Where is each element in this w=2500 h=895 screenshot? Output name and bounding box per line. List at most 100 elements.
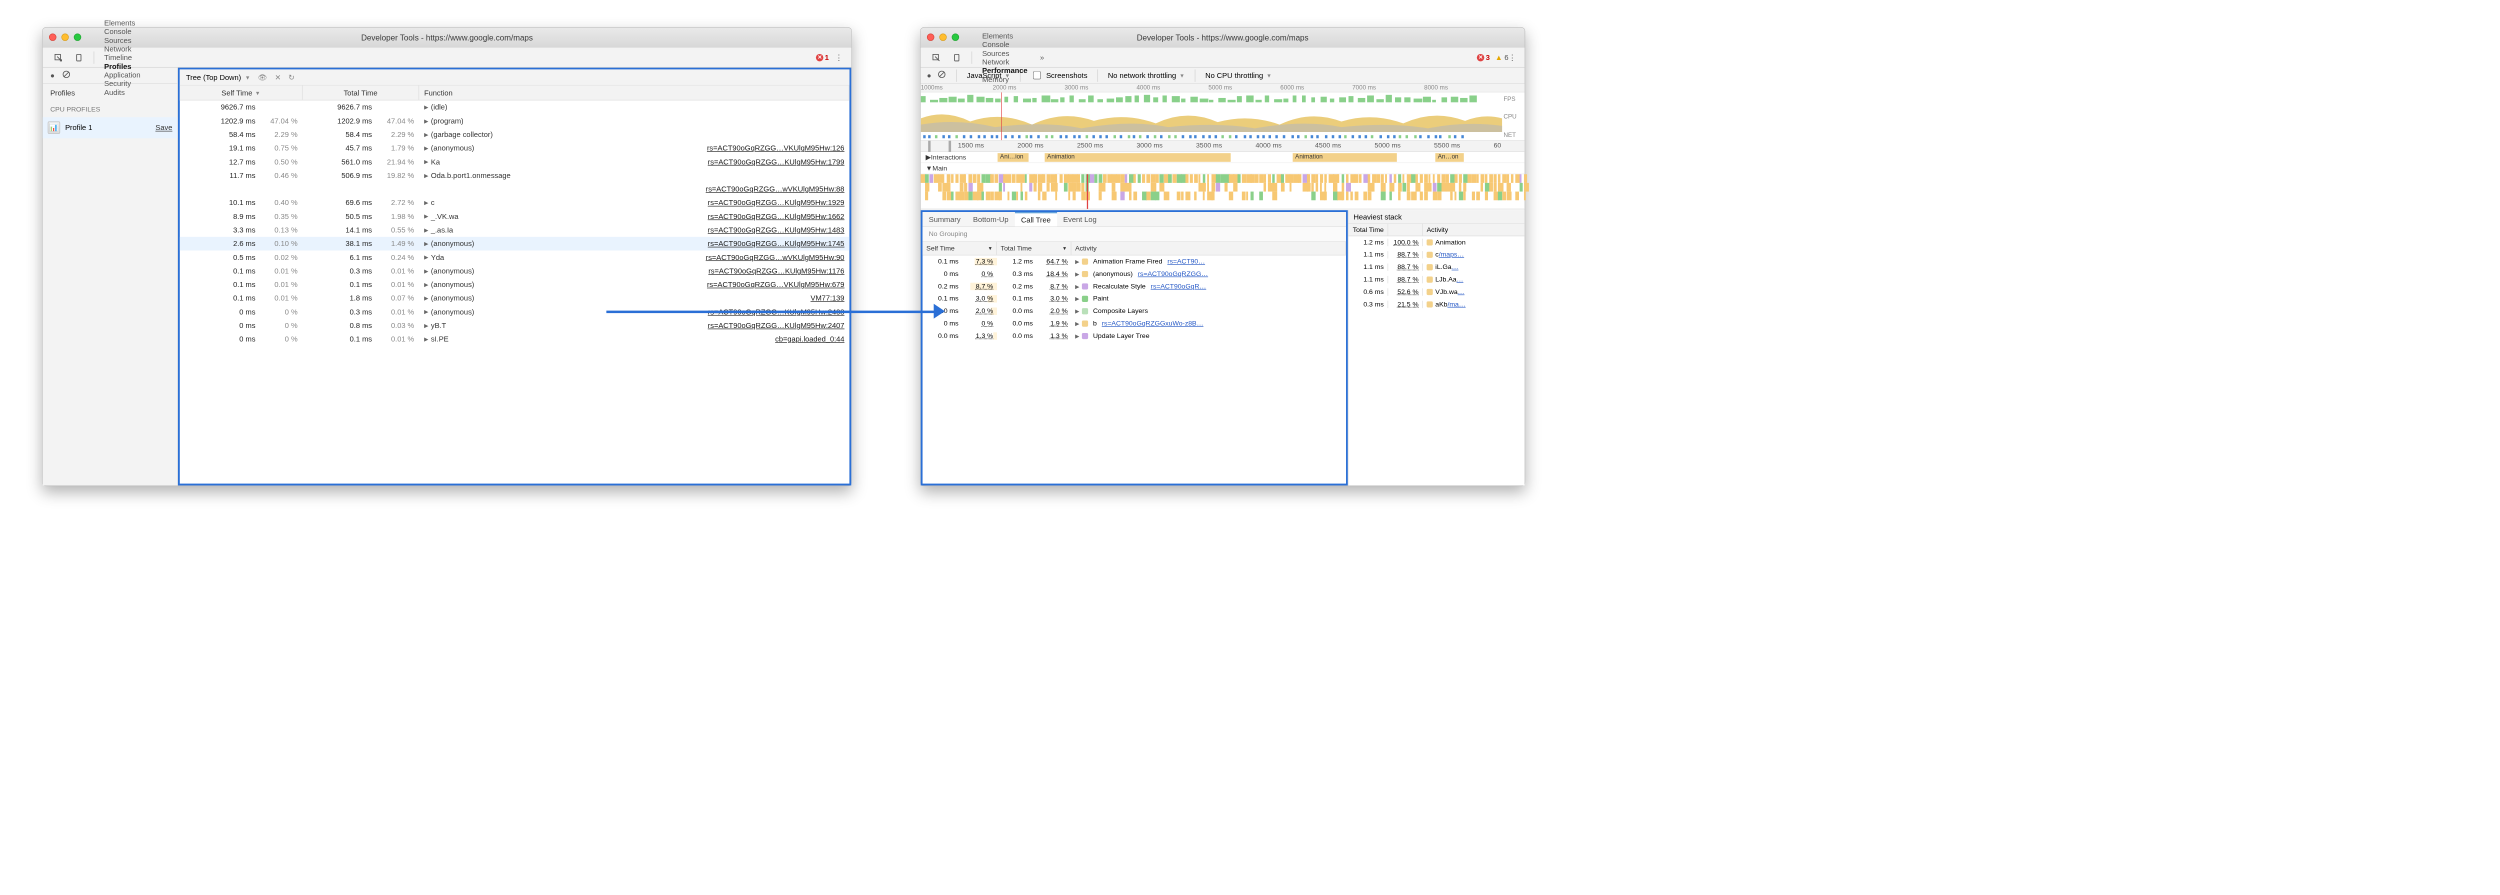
record-icon[interactable]: ● <box>50 71 54 80</box>
tab-elements[interactable]: Elements <box>976 31 1034 40</box>
col-function[interactable]: Function <box>419 86 849 100</box>
profile-item[interactable]: 📊 Profile 1 Save <box>43 117 178 138</box>
tab-memory[interactable]: Memory <box>976 75 1034 84</box>
zoom-icon[interactable] <box>74 33 81 40</box>
heaviest-row[interactable]: 1.1 ms88.7 %LJb.Aa … <box>1349 273 1525 285</box>
tab-call-tree[interactable]: Call Tree <box>1015 212 1057 226</box>
grouping-select[interactable]: No Grouping <box>923 227 1346 242</box>
tab-summary[interactable]: Summary <box>923 212 967 226</box>
profile-row[interactable]: 0 ms0 %0.1 ms0.01 %▶ sI.PEcb=gapi.loaded… <box>180 332 850 346</box>
cpu-throttle-select[interactable]: No CPU throttling ▼ <box>1205 71 1272 80</box>
source-link[interactable]: rs=ACT90oGqRZGG…KUlgM95Hw:1929 <box>708 198 845 207</box>
tab-network[interactable]: Network <box>98 44 147 53</box>
profile-row[interactable]: 0.5 ms0.02 %6.1 ms0.24 %▶ Ydars=ACT90oGq… <box>180 250 850 264</box>
heaviest-row[interactable]: 1.1 ms88.7 %c /maps… <box>1349 249 1525 261</box>
tab-application[interactable]: Application <box>98 70 147 79</box>
col-self[interactable]: Self Time▼ <box>180 86 303 100</box>
source-link[interactable]: rs=ACT90oGqRZGG…KUlgM95Hw:1483 <box>708 226 845 235</box>
profile-row[interactable]: 0 ms0 %0.8 ms0.03 %▶ yB.Trs=ACT90oGqRZGG… <box>180 319 850 333</box>
device-icon[interactable] <box>947 48 968 67</box>
source-link[interactable]: rs=ACT90oGqRZGG…VKUlgM95Hw:126 <box>707 144 844 153</box>
tab-console[interactable]: Console <box>98 27 147 36</box>
source-link[interactable]: rs=ACT90oGqRZGG… <box>1138 270 1208 277</box>
calltree-row[interactable]: 0 ms0 %0.3 ms18.4 %▶(anonymous) rs=ACT90… <box>923 268 1346 280</box>
menu-icon[interactable]: ⋮ <box>1508 53 1515 62</box>
inspect-icon[interactable] <box>48 48 69 67</box>
col-total[interactable]: Total Time <box>303 86 420 100</box>
tab-event-log[interactable]: Event Log <box>1057 212 1103 226</box>
error-badge[interactable]: ✕1 <box>816 53 829 62</box>
record-icon[interactable]: ● <box>927 71 931 80</box>
tab-console[interactable]: Console <box>976 40 1034 49</box>
source-link[interactable]: VM77:139 <box>811 294 845 303</box>
inspect-icon[interactable] <box>926 48 947 67</box>
source-link[interactable]: rs=ACT90… <box>1167 258 1205 265</box>
profile-row[interactable]: 1202.9 ms47.04 %1202.9 ms47.04 %▶ (progr… <box>180 114 850 128</box>
tab-sources[interactable]: Sources <box>976 49 1034 58</box>
profile-row[interactable]: 19.1 ms0.75 %45.7 ms1.79 %▶ (anonymous)r… <box>180 141 850 155</box>
heaviest-row[interactable]: 1.1 ms88.7 %iL.Ga … <box>1349 261 1525 273</box>
profile-row[interactable]: 0.1 ms0.01 %0.1 ms0.01 %▶ (anonymous)rs=… <box>180 278 850 292</box>
close-x-icon[interactable]: ✕ <box>275 73 281 82</box>
profile-row[interactable]: 0.1 ms0.01 %1.8 ms0.07 %▶ (anonymous)VM7… <box>180 291 850 305</box>
profile-row[interactable]: 3.3 ms0.13 %14.1 ms0.55 %▶ _.as.Iars=ACT… <box>180 223 850 237</box>
source-link[interactable]: rs=ACT90oGqRZGG…KUlgM95Hw:1745 <box>708 239 845 248</box>
col-activity[interactable]: Activity <box>1071 242 1346 255</box>
source-link[interactable]: rs=ACT90oGqRZGG…KUlgM95Hw:1662 <box>708 212 845 221</box>
source-link[interactable]: rs=ACT90oGqRZGG…KUlgM95Hw:1176 <box>708 267 844 276</box>
heaviest-row[interactable]: 1.2 ms100.0 %Animation <box>1349 236 1525 248</box>
source-link[interactable]: rs=ACT90oGqRZGG…KUlgM95Hw:1799 <box>708 157 845 166</box>
clear-icon[interactable] <box>62 70 71 81</box>
heaviest-row[interactable]: 0.3 ms21.5 %aKb /ma… <box>1349 298 1525 310</box>
source-link[interactable]: rs=ACT90oGqRZGG…wVKUlgM95Hw:90 <box>706 253 845 262</box>
tab-sources[interactable]: Sources <box>98 36 147 45</box>
profile-row[interactable]: 12.7 ms0.50 %561.0 ms21.94 %▶ Kars=ACT90… <box>180 155 850 169</box>
close-icon[interactable] <box>927 33 934 40</box>
profile-row[interactable]: 9626.7 ms9626.7 ms▶ (idle) <box>180 100 850 114</box>
col-total[interactable]: Total Time <box>1349 224 1389 236</box>
main-row[interactable]: ▼ Main <box>921 163 1525 174</box>
minimize-icon[interactable] <box>939 33 946 40</box>
flame-graph[interactable] <box>921 174 1525 209</box>
device-icon[interactable] <box>69 48 90 67</box>
source-link[interactable]: rs=ACT90oGqRZGG…KUlgM95Hw:2407 <box>708 321 845 330</box>
refresh-icon[interactable]: ↻ <box>288 73 294 82</box>
calltree-row[interactable]: 0.0 ms1.3 %0.0 ms1.3 %▶Update Layer Tree <box>923 330 1346 342</box>
zoom-icon[interactable] <box>952 33 959 40</box>
tab-performance[interactable]: Performance <box>976 66 1034 75</box>
menu-icon[interactable]: ⋮ <box>835 53 842 62</box>
tab-bottom-up[interactable]: Bottom-Up <box>967 212 1015 226</box>
tab-elements[interactable]: Elements <box>98 18 147 27</box>
source-link[interactable]: rs=ACT90oGqRZGG…VKUlgM95Hw:679 <box>707 280 844 289</box>
profile-row[interactable]: 0.1 ms0.01 %0.3 ms0.01 %▶ (anonymous)rs=… <box>180 264 850 278</box>
interactions-row[interactable]: ▶ Interactions Ani…ion Animation Animati… <box>921 152 1525 163</box>
calltree-row[interactable]: 0.0 ms2.0 %0.0 ms2.0 %▶Composite Layers <box>923 305 1346 317</box>
profile-row[interactable]: 11.7 ms0.46 %506.9 ms19.82 %▶ Oda.b.port… <box>180 169 850 183</box>
source-link[interactable]: cb=gapi.loaded_0:44 <box>775 335 844 344</box>
profile-row[interactable]: 10.1 ms0.40 %69.6 ms2.72 %▶ crs=ACT90oGq… <box>180 196 850 210</box>
source-link[interactable]: rs=ACT90oGqRZGGxuWo-z8B… <box>1102 320 1204 327</box>
col-self[interactable]: Self Time ▼ <box>923 242 997 255</box>
heaviest-row[interactable]: 0.6 ms52.6 %VJb.wa … <box>1349 286 1525 298</box>
save-link[interactable]: Save <box>155 123 172 132</box>
col-activity[interactable]: Activity <box>1423 224 1525 236</box>
tab-audits[interactable]: Audits <box>98 88 147 97</box>
minimize-icon[interactable] <box>61 33 68 40</box>
profile-row[interactable]: 2.6 ms0.10 %38.1 ms1.49 %▶ (anonymous)rs… <box>180 237 850 251</box>
profile-row[interactable]: rs=ACT90oGqRZGG…wVKUlgM95Hw:88 <box>180 182 850 196</box>
calltree-row[interactable]: 0.2 ms8.7 %0.2 ms8.7 %▶Recalculate Style… <box>923 280 1346 292</box>
view-select[interactable]: Tree (Top Down) ▼ <box>186 73 250 82</box>
screenshots-checkbox[interactable]: Screenshots <box>1031 69 1088 81</box>
tab-security[interactable]: Security <box>98 79 147 88</box>
more-tabs-icon[interactable]: » <box>1034 48 1051 67</box>
network-throttle-select[interactable]: No network throttling ▼ <box>1108 71 1185 80</box>
tab-profiles[interactable]: Profiles <box>98 62 147 71</box>
close-icon[interactable] <box>49 33 56 40</box>
col-total[interactable]: Total Time ▼ <box>997 242 1071 255</box>
eye-icon[interactable]: 👁 <box>258 73 267 82</box>
source-link[interactable]: rs=ACT90oGqR… <box>1151 283 1207 290</box>
profile-row[interactable]: 58.4 ms2.29 %58.4 ms2.29 %▶ (garbage col… <box>180 128 850 142</box>
tab-network[interactable]: Network <box>976 57 1034 66</box>
profile-row[interactable]: 8.9 ms0.35 %50.5 ms1.98 %▶ _.VK.wars=ACT… <box>180 210 850 224</box>
clear-icon[interactable] <box>938 70 947 81</box>
